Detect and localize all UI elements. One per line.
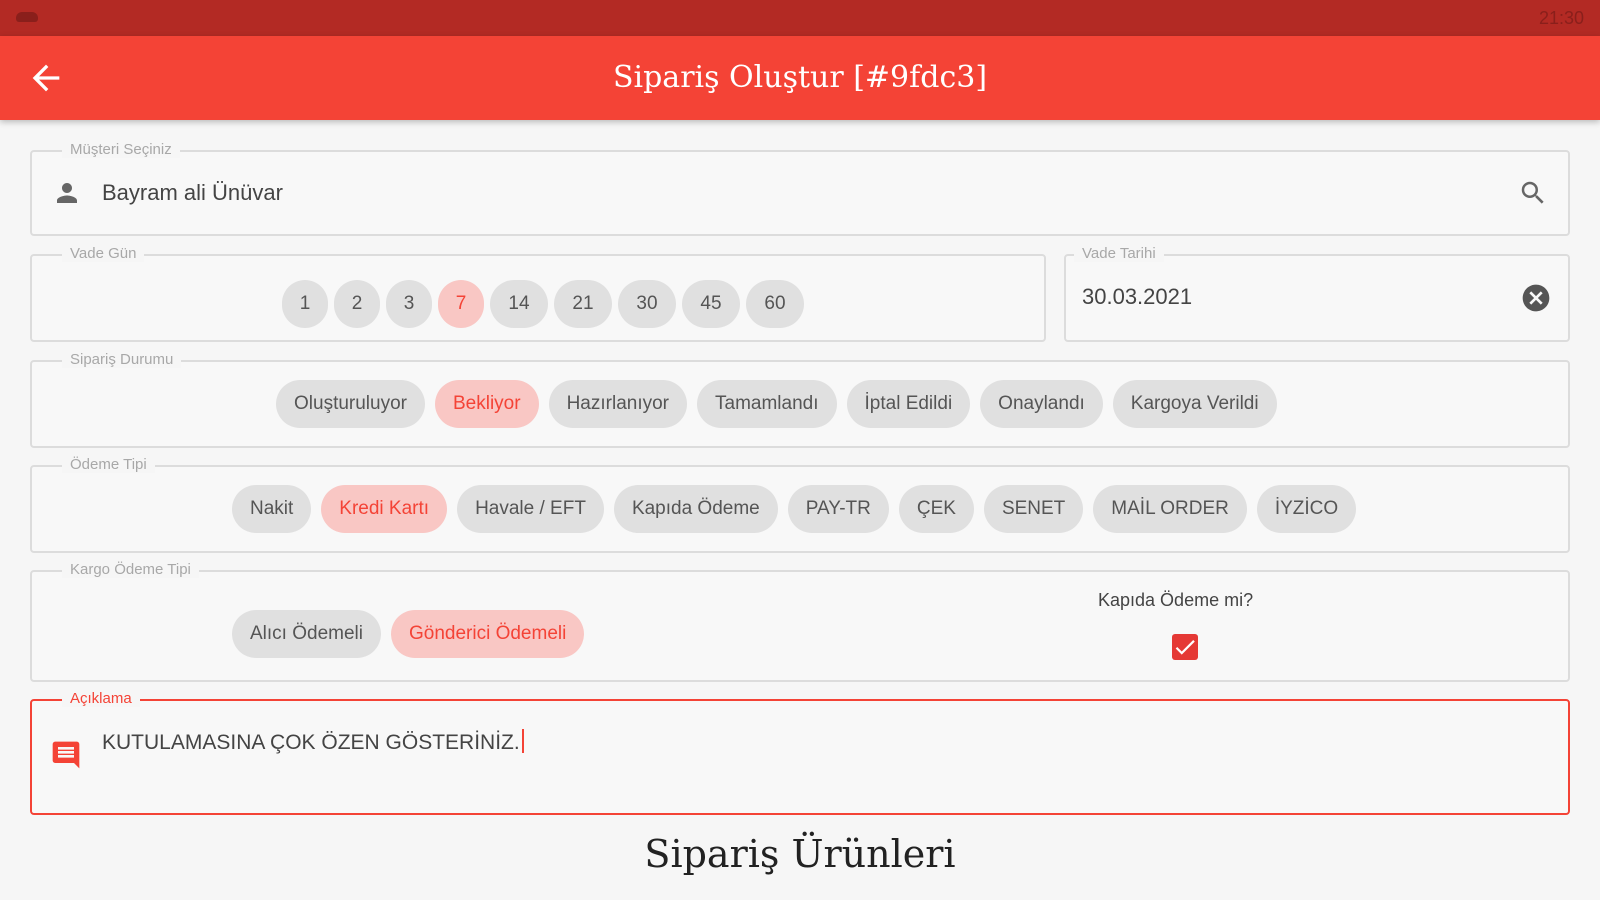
notification-icon — [16, 12, 38, 22]
due-days-chip-group: 1 2 3 7 14 21 30 45 60 — [282, 280, 804, 328]
payment-type-label: Ödeme Tipi — [62, 456, 155, 473]
text-caret — [521, 729, 524, 753]
chip-due-day[interactable]: 2 — [334, 280, 380, 328]
cargo-payment-label: Kargo Ödeme Tipi — [62, 561, 199, 578]
chip-cargo-payment[interactable]: Gönderici Ödemeli — [390, 610, 585, 658]
chip-order-status[interactable]: Oluşturuluyor — [276, 380, 425, 428]
chip-payment-type[interactable]: ÇEK — [898, 485, 974, 533]
chip-cargo-payment[interactable]: Alıcı Ödemeli — [232, 610, 381, 658]
cargo-payment-field: Kargo Ödeme Tipi Alıcı Ödemeli Gönderici… — [30, 561, 1570, 682]
chip-order-status[interactable]: Hazırlanıyor — [548, 380, 687, 428]
customer-field[interactable]: Müşteri Seçiniz Bayram ali Ünüvar — [30, 141, 1570, 236]
chip-payment-type[interactable]: Nakit — [232, 485, 312, 533]
products-section-title: Sipariş Ürünleri — [644, 832, 956, 876]
chip-due-day[interactable]: 3 — [386, 280, 432, 328]
chip-due-day[interactable]: 21 — [554, 280, 612, 328]
chip-due-day[interactable]: 60 — [746, 280, 804, 328]
payment-type-field: Ödeme Tipi Nakit Kredi Kartı Havale / EF… — [30, 456, 1570, 553]
chip-order-status[interactable]: Onaylandı — [980, 380, 1103, 428]
order-status-label: Sipariş Durumu — [62, 351, 182, 368]
cod-label: Kapıda Ödeme mi? — [1098, 590, 1254, 610]
customer-value: Bayram ali Ünüvar — [102, 180, 283, 205]
clear-circle-icon[interactable] — [1520, 282, 1552, 319]
due-date-label: Vade Tarihi — [1074, 245, 1164, 262]
note-input: KUTULAMASINA ÇOK ÖZEN GÖSTERİNİZ. — [102, 729, 524, 755]
chip-due-day[interactable]: 30 — [618, 280, 676, 328]
chip-order-status[interactable]: Tamamlandı — [697, 380, 837, 428]
cod-checkbox[interactable] — [1172, 634, 1198, 660]
chip-payment-type[interactable]: Kredi Kartı — [321, 485, 448, 533]
chip-payment-type[interactable]: Havale / EFT — [457, 485, 604, 533]
order-status-field: Sipariş Durumu Oluşturuluyor Bekliyor Ha… — [30, 351, 1570, 448]
chip-due-day[interactable]: 14 — [490, 280, 548, 328]
note-value: KUTULAMASINA ÇOK ÖZEN GÖSTERİNİZ. — [102, 731, 520, 754]
payment-type-chip-group: Nakit Kredi Kartı Havale / EFT Kapıda Öd… — [232, 485, 1357, 533]
check-icon — [1175, 640, 1195, 655]
note-field[interactable]: Açıklama KUTULAMASINA ÇOK ÖZEN GÖSTERİNİ… — [30, 690, 1570, 815]
due-days-label: Vade Gün — [62, 245, 145, 262]
chip-payment-type[interactable]: MAİL ORDER — [1093, 485, 1247, 533]
chip-payment-type[interactable]: PAY-TR — [787, 485, 889, 533]
app-bar: Sipariş Oluştur [#9fdc3] — [0, 36, 1600, 120]
customer-label: Müşteri Seçiniz — [62, 141, 180, 158]
search-icon[interactable] — [1518, 178, 1548, 213]
status-bar: 21:30 — [0, 0, 1600, 36]
chip-payment-type[interactable]: SENET — [983, 485, 1084, 533]
chip-due-day[interactable]: 45 — [682, 280, 740, 328]
chip-order-status[interactable]: Kargoya Verildi — [1112, 380, 1277, 428]
person-icon — [52, 178, 82, 213]
chip-order-status[interactable]: Bekliyor — [435, 380, 539, 428]
chip-payment-type[interactable]: Kapıda Ödeme — [613, 485, 778, 533]
due-date-field[interactable]: Vade Tarihi 30.03.2021 — [1064, 245, 1570, 342]
chip-due-day[interactable]: 1 — [282, 280, 328, 328]
due-date-value: 30.03.2021 — [1082, 284, 1193, 309]
order-status-chip-group: Oluşturuluyor Bekliyor Hazırlanıyor Tama… — [276, 380, 1277, 428]
cargo-payment-chip-group: Alıcı Ödemeli Gönderici Ödemeli — [232, 610, 585, 658]
comment-icon — [50, 739, 82, 776]
status-time: 21:30 — [1538, 8, 1584, 28]
note-label: Açıklama — [62, 690, 140, 707]
chip-due-day[interactable]: 7 — [438, 280, 484, 328]
page-title: Sipariş Oluştur [#9fdc3] — [612, 60, 988, 95]
due-days-field: Vade Gün 1 2 3 7 14 21 30 45 60 — [30, 245, 1046, 342]
chip-order-status[interactable]: İptal Edildi — [846, 380, 971, 428]
chip-payment-type[interactable]: İYZİCO — [1256, 485, 1357, 533]
